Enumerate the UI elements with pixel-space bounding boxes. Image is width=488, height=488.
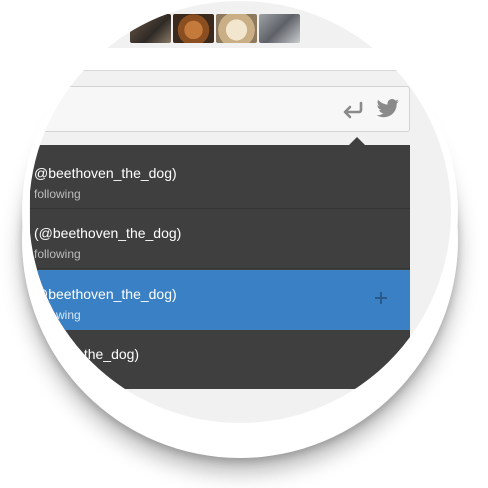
plus-icon[interactable]	[375, 292, 387, 304]
dog-avatar[interactable]	[259, 14, 300, 43]
dog-avatar[interactable]	[173, 14, 214, 43]
following-label: following	[34, 308, 81, 322]
user-name: @beethoven_the_dog)	[34, 286, 177, 302]
header-panel	[40, 48, 410, 71]
list-item[interactable]: thoven_the_dog)	[30, 330, 410, 390]
user-name: (@beethoven_the_dog)	[34, 225, 182, 241]
dog-avatar[interactable]	[216, 14, 257, 43]
user-name: thoven_the_dog)	[34, 346, 140, 362]
avatar-row	[130, 14, 300, 43]
reply-icon[interactable]	[342, 100, 364, 120]
twitter-bird-icon[interactable]	[376, 98, 400, 120]
list-item-selected[interactable]: @beethoven_the_dog) following	[30, 270, 410, 330]
user-name: @beethoven_the_dog)	[34, 165, 177, 181]
following-label: following	[34, 247, 81, 261]
list-item[interactable]: @beethoven_the_dog) following	[30, 149, 410, 209]
following-label: following	[34, 187, 81, 201]
dog-avatar[interactable]	[130, 14, 171, 43]
magnifier-circle: @beethoven_the_dog) following (@beethove…	[22, 0, 458, 430]
list-item[interactable]: (@beethoven_the_dog) following	[30, 209, 410, 269]
